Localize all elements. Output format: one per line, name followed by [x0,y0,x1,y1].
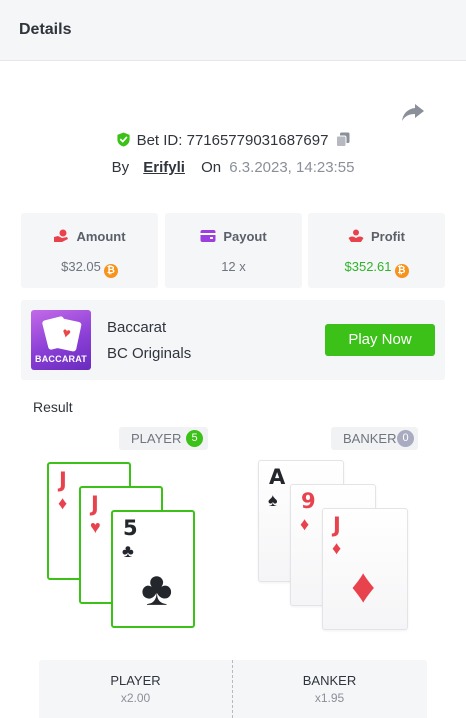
player-bet-odds: x2.00 [120,691,151,705]
game-name: Baccarat [107,319,167,336]
banker-bet-cell: BANKER x1.95 [233,673,426,705]
amount-value: $32.05 [61,259,101,274]
bet-options-row: PLAYER x2.00 BANKER x1.95 [39,660,427,718]
player-bet-cell: PLAYER x2.00 [39,673,232,705]
game-provider: BC Originals [107,345,192,362]
profit-label: Profit [371,229,405,244]
payout-label-wrap: Payout [165,229,302,244]
banker-tag-label: BANKER [343,431,397,446]
payout-stat: Payout 12 x [165,213,302,288]
club-icon: ♣ [122,541,134,561]
player-score-tag: PLAYER 5 [119,427,208,450]
amount-stat: Amount $32.05 ₿ [21,213,158,288]
diamond-icon: ♦ [332,538,342,558]
payout-value: 12 x [221,259,246,274]
bet-id-row: Bet ID: 77165779031687697 [0,132,466,154]
bitcoin-icon: ₿ [103,264,118,278]
thumb-label: BACCARAT [35,354,87,364]
payout-label: Payout [223,229,267,244]
banker-score-badge: 0 [397,430,414,447]
wallet-icon [200,230,216,242]
profit-value: $352.61 [344,259,392,274]
amount-label: Amount [76,229,126,244]
play-now-button[interactable]: Play Now [325,324,435,356]
diamond-big-icon: ♦ [351,560,376,613]
player-card-3: 5 ♣ ♣ [111,510,195,628]
bet-author-row: By Erifyli On 6.3.2023, 14:23:55 [0,159,466,181]
spade-icon: ♠ [268,490,278,510]
player-bet-label: PLAYER [110,673,161,688]
player-tag-label: PLAYER [131,431,182,446]
card-rank: J [59,468,67,492]
banker-score-tag: BANKER 0 [331,427,418,450]
banker-bet-label: BANKER [302,673,357,688]
profit-stat: Profit $352.61 ₿ [308,213,445,288]
card-rank: A [269,465,286,489]
verified-shield-icon [116,132,130,147]
game-info-card: BACCARAT Baccarat BC Originals Play Now [21,300,445,380]
amount-label-wrap: Amount [21,229,158,244]
dollar-hand-icon [54,229,69,242]
bitcoin-icon: ₿ [394,264,409,278]
by-label: By [111,159,130,176]
page-title: Details [19,21,72,38]
on-label: On [201,159,222,176]
heart-icon: ♥ [90,517,101,537]
share-icon[interactable] [401,101,425,123]
card-rank: J [91,492,99,516]
profit-hand-icon [348,229,364,242]
thumb-heart-card-icon [54,318,82,352]
banker-bet-odds: x1.95 [314,691,345,705]
card-rank: 5 [123,516,138,540]
result-label: Result [33,399,73,415]
copy-icon[interactable] [336,132,350,147]
bet-id-text: Bet ID: 77165779031687697 [136,132,329,149]
banker-card-3: J ♦ ♦ [322,508,408,630]
bet-date: 6.3.2023, 14:23:55 [229,159,355,176]
profit-label-wrap: Profit [308,229,445,244]
baccarat-thumbnail[interactable]: BACCARAT [31,310,91,370]
card-rank: 9 [301,489,316,513]
username-link[interactable]: Erifyli [143,159,185,176]
diamond-icon: ♦ [300,514,310,534]
diamond-icon: ♦ [58,493,68,513]
profit-value-wrap: $352.61 ₿ [308,259,445,278]
details-header: Details [0,0,466,61]
club-big-icon: ♣ [141,563,173,616]
card-rank: J [333,513,341,537]
amount-value-wrap: $32.05 ₿ [21,259,158,278]
player-score-badge: 5 [186,430,203,447]
